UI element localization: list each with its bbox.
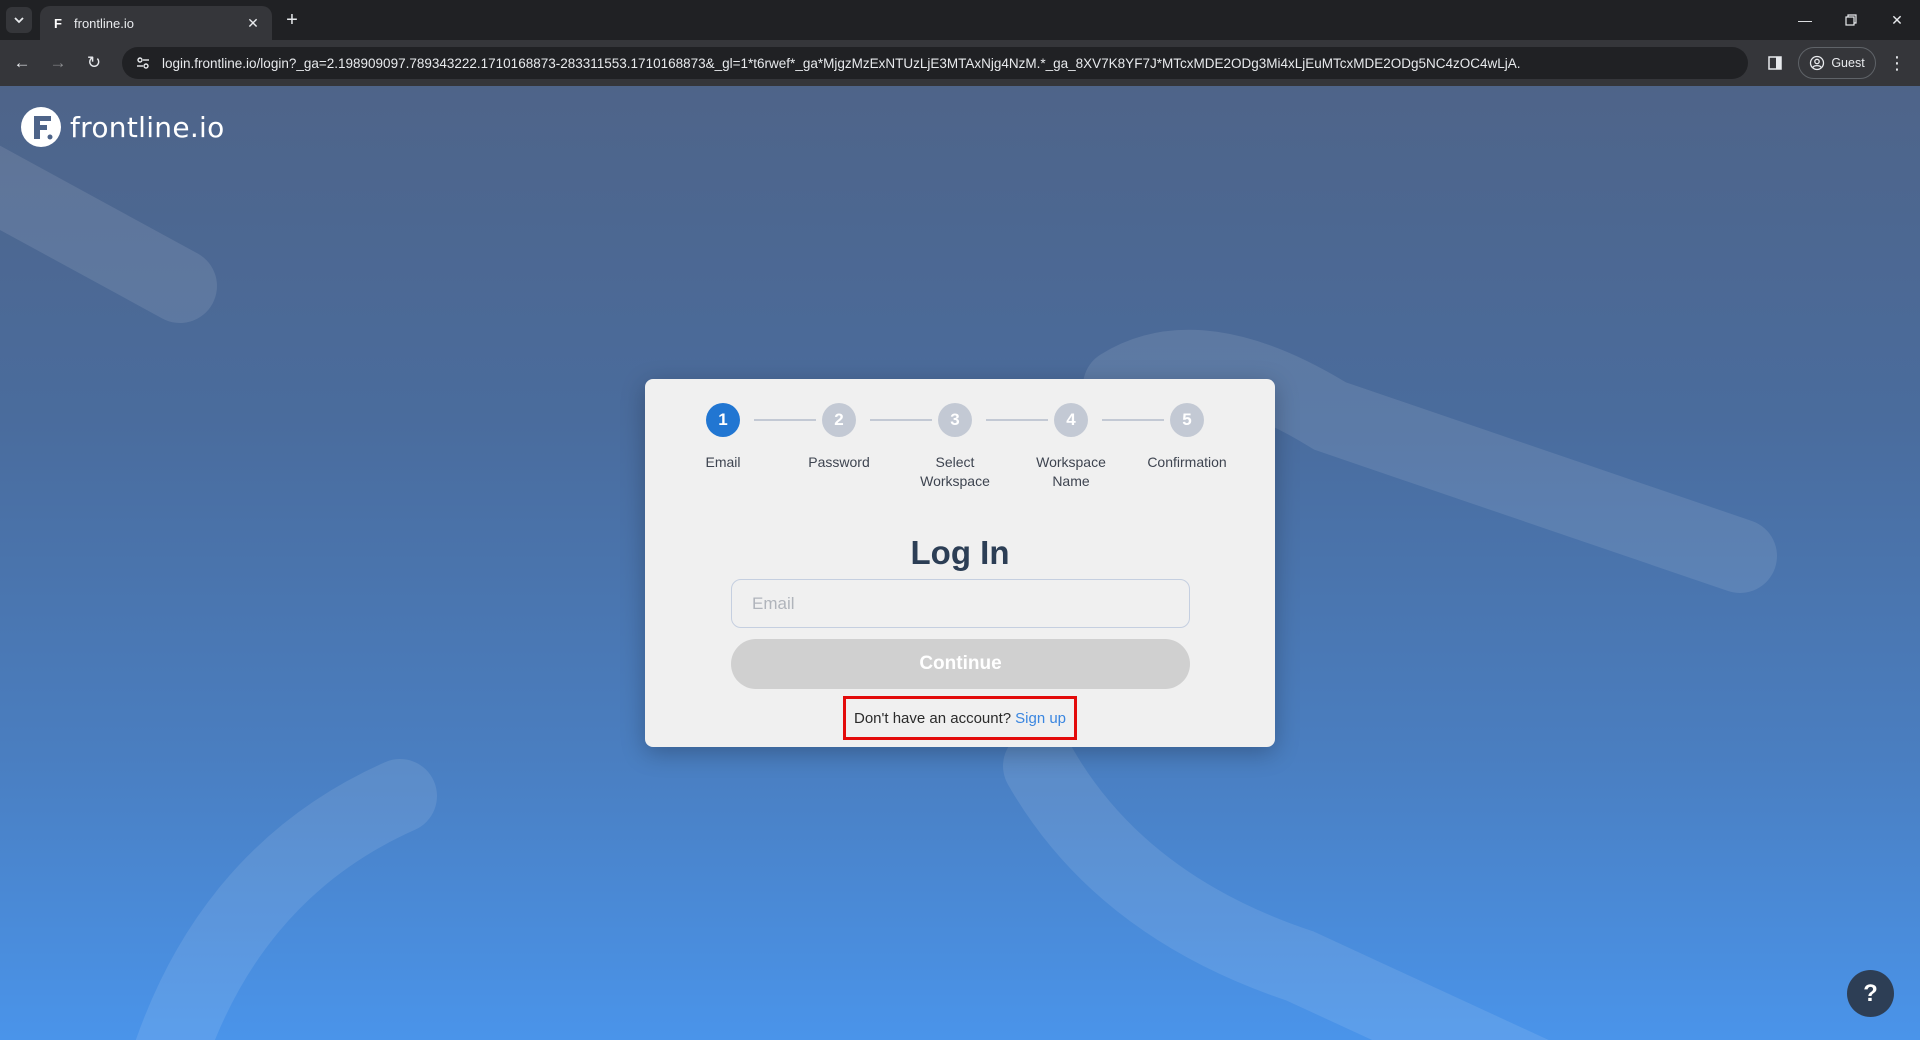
side-panel-icon[interactable] [1762,50,1788,76]
url-text: login.frontline.io/login?_ga=2.198909097… [162,55,1521,71]
step-label: Workspace Name [1036,454,1106,489]
address-bar[interactable]: login.frontline.io/login?_ga=2.198909097… [122,47,1748,79]
signup-prompt-text: Don't have an account? [853,709,1012,727]
step-number: 1 [706,403,740,437]
profile-icon [1810,55,1825,71]
profile-button[interactable]: Guest [1798,47,1876,79]
help-button[interactable]: ? [1847,970,1894,1017]
restore-window-icon[interactable] [1828,0,1874,40]
step-workspace-name: 4 Workspace Name [1011,403,1131,491]
signup-prompt: Don't have an account? Sign up [843,696,1077,740]
close-tab-icon[interactable]: ✕ [244,14,262,32]
step-number: 5 [1170,403,1204,437]
browser-toolbar: ← → ↻ login.frontline.io/login?_ga=2.198… [0,40,1920,86]
login-page: frontline.io 1 Email 2 Password 3 Select… [0,86,1920,1040]
login-card: 1 Email 2 Password 3 Select Workspace 4 … [645,379,1275,747]
browser-tab[interactable]: F frontline.io ✕ [40,6,272,40]
step-select-workspace: 3 Select Workspace [895,403,1015,491]
frontline-logo-icon [21,107,61,147]
profile-label: Guest [1831,56,1865,70]
step-label: Email [705,454,741,470]
minimize-window-icon[interactable]: — [1782,0,1828,40]
more-menu-icon[interactable]: ⋮ [1884,50,1910,76]
email-field[interactable] [731,579,1190,628]
step-number: 3 [938,403,972,437]
forward-arrow-icon[interactable]: → [44,49,72,77]
step-label: Select Workspace [920,454,990,489]
site-settings-icon[interactable] [132,52,154,74]
step-number: 2 [822,403,856,437]
step-email: 1 Email [663,403,783,472]
step-confirmation: 5 Confirmation [1127,403,1247,472]
login-stepper: 1 Email 2 Password 3 Select Workspace 4 … [645,379,1275,499]
close-window-icon[interactable]: ✕ [1874,0,1920,40]
logo-text: frontline.io [70,110,225,144]
step-number: 4 [1054,403,1088,437]
tab-search-button[interactable] [6,7,32,33]
frontline-favicon-icon: F [54,15,62,31]
back-arrow-icon[interactable]: ← [8,49,36,77]
frontline-logo[interactable]: frontline.io [20,106,225,148]
page-title: Log In [910,534,1010,571]
chevron-down-icon [14,17,24,24]
step-password: 2 Password [779,403,899,472]
browser-tab-bar: F frontline.io ✕ + — ✕ [0,0,1920,40]
step-label: Password [808,454,870,470]
continue-button[interactable]: Continue [731,639,1190,689]
tab-title: frontline.io [74,15,134,31]
new-tab-button[interactable]: + [280,8,304,32]
step-label: Confirmation [1147,454,1227,470]
sign-up-link[interactable]: Sign up [1015,710,1066,727]
reload-icon[interactable]: ↻ [80,49,108,77]
